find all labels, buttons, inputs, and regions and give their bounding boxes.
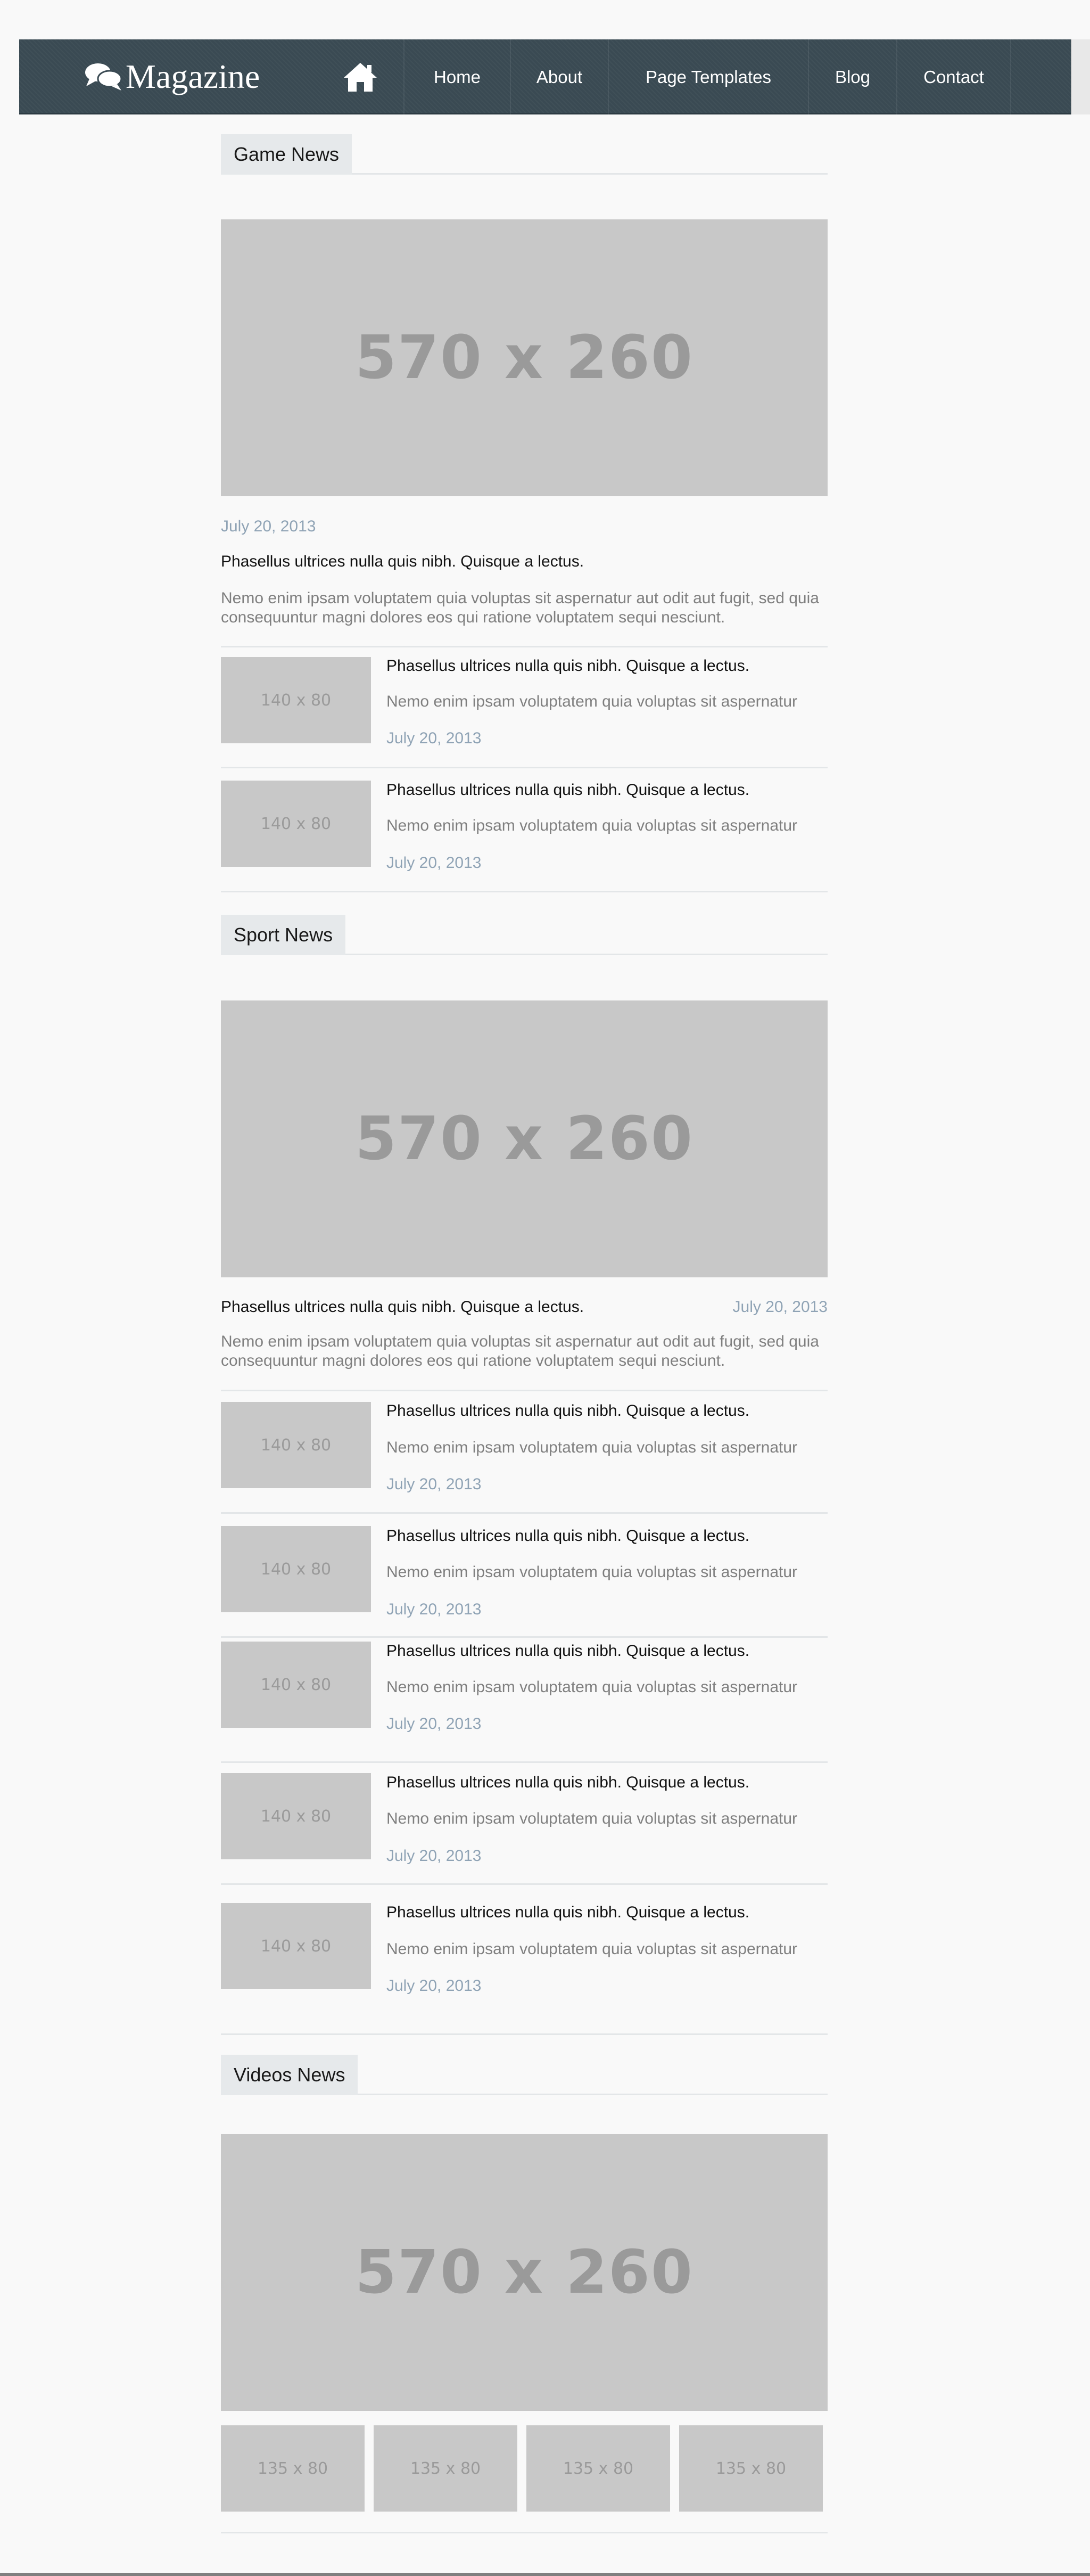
divider: [221, 891, 828, 892]
video-thumbnail[interactable]: 135 x 80: [679, 2425, 823, 2512]
featured-date: July 20, 2013: [221, 518, 316, 535]
video-thumbnail[interactable]: 135 x 80: [374, 2425, 517, 2512]
list-item-image[interactable]: 140 x 80: [221, 1526, 371, 1612]
nav-contact[interactable]: Contact: [896, 39, 1011, 114]
divider: [221, 646, 828, 647]
list-item-date: July 20, 2013: [386, 1715, 482, 1733]
list-item-title[interactable]: Phasellus ultrices nulla quis nibh. Quis…: [386, 657, 749, 676]
list-item-title[interactable]: Phasellus ultrices nulla quis nibh. Quis…: [386, 1903, 749, 1922]
divider: [221, 767, 828, 768]
main-nav: Home About Page Templates Blog Contact: [403, 39, 1011, 114]
list-item-title[interactable]: Phasellus ultrices nulla quis nibh. Quis…: [386, 781, 749, 800]
list-item-desc: Nemo enim ipsam voluptatem quia voluptas…: [386, 693, 798, 710]
nav-page-templates[interactable]: Page Templates: [608, 39, 808, 114]
scrollbar[interactable]: [1071, 39, 1090, 114]
video-thumbnail[interactable]: 135 x 80: [526, 2425, 670, 2512]
section-title[interactable]: Sport News: [221, 915, 346, 955]
list-item-desc: Nemo enim ipsam voluptatem quia voluptas…: [386, 1678, 798, 1696]
list-item-desc: Nemo enim ipsam voluptatem quia voluptas…: [386, 1563, 798, 1581]
divider: [221, 1761, 828, 1763]
list-item-image[interactable]: 140 x 80: [221, 781, 371, 867]
home-icon[interactable]: [343, 61, 378, 93]
list-item-image[interactable]: 140 x 80: [221, 1642, 371, 1728]
list-item-desc: Nemo enim ipsam voluptatem quia voluptas…: [386, 817, 798, 834]
divider: [221, 2532, 828, 2533]
list-item-date: July 20, 2013: [386, 1601, 482, 1618]
game-news-header: Game News: [221, 134, 828, 175]
brand-name: Magazine: [126, 58, 260, 95]
section-title[interactable]: Game News: [221, 134, 352, 175]
divider: [221, 1883, 828, 1885]
list-item-desc: Nemo enim ipsam voluptatem quia voluptas…: [386, 1439, 798, 1456]
videos-news-header: Videos News: [221, 2055, 828, 2095]
list-item-date: July 20, 2013: [386, 1475, 482, 1493]
list-item-image[interactable]: 140 x 80: [221, 1903, 371, 1989]
list-item-desc: Nemo enim ipsam voluptatem quia voluptas…: [386, 1940, 798, 1958]
divider: [221, 1512, 828, 1514]
video-thumbnail[interactable]: 135 x 80: [221, 2425, 365, 2512]
list-item-image[interactable]: 140 x 80: [221, 1773, 371, 1859]
featured-image[interactable]: 570 x 260: [221, 1000, 828, 1277]
divider: [221, 1636, 828, 1638]
top-navbar: Magazine Home About Page Templates Blog …: [19, 39, 1071, 114]
list-item-title[interactable]: Phasellus ultrices nulla quis nibh. Quis…: [386, 1401, 749, 1421]
section-title[interactable]: Videos News: [221, 2055, 358, 2095]
list-item-image[interactable]: 140 x 80: [221, 657, 371, 743]
list-item-title[interactable]: Phasellus ultrices nulla quis nibh. Quis…: [386, 1773, 749, 1792]
nav-about[interactable]: About: [510, 39, 608, 114]
featured-desc: Nemo enim ipsam voluptatem quia voluptas…: [221, 589, 819, 626]
list-item-date: July 20, 2013: [386, 729, 482, 747]
featured-desc: Nemo enim ipsam voluptatem quia voluptas…: [221, 1333, 819, 1369]
nav-blog[interactable]: Blog: [808, 39, 896, 114]
list-item-title[interactable]: Phasellus ultrices nulla quis nibh. Quis…: [386, 1642, 749, 1661]
list-item-date: July 20, 2013: [386, 854, 482, 872]
list-item-desc: Nemo enim ipsam voluptatem quia voluptas…: [386, 1810, 798, 1827]
sport-news-header: Sport News: [221, 915, 828, 955]
list-item-date: July 20, 2013: [386, 1847, 482, 1865]
featured-date: July 20, 2013: [732, 1298, 828, 1316]
featured-title[interactable]: Phasellus ultrices nulla quis nibh. Quis…: [221, 1298, 584, 1317]
nav-home[interactable]: Home: [403, 39, 510, 114]
brand-logo[interactable]: Magazine: [82, 58, 260, 95]
featured-title[interactable]: Phasellus ultrices nulla quis nibh. Quis…: [221, 552, 584, 571]
divider: [221, 2033, 828, 2035]
list-item-title[interactable]: Phasellus ultrices nulla quis nibh. Quis…: [386, 1527, 749, 1546]
list-item-image[interactable]: 140 x 80: [221, 1402, 371, 1488]
list-item-date: July 20, 2013: [386, 1977, 482, 1995]
chat-bubbles-icon: [85, 63, 122, 91]
featured-image[interactable]: 570 x 260: [221, 219, 828, 496]
divider: [221, 1390, 828, 1391]
page-bottom-edge: [0, 2573, 1090, 2576]
featured-video-image[interactable]: 570 x 260: [221, 2134, 828, 2411]
